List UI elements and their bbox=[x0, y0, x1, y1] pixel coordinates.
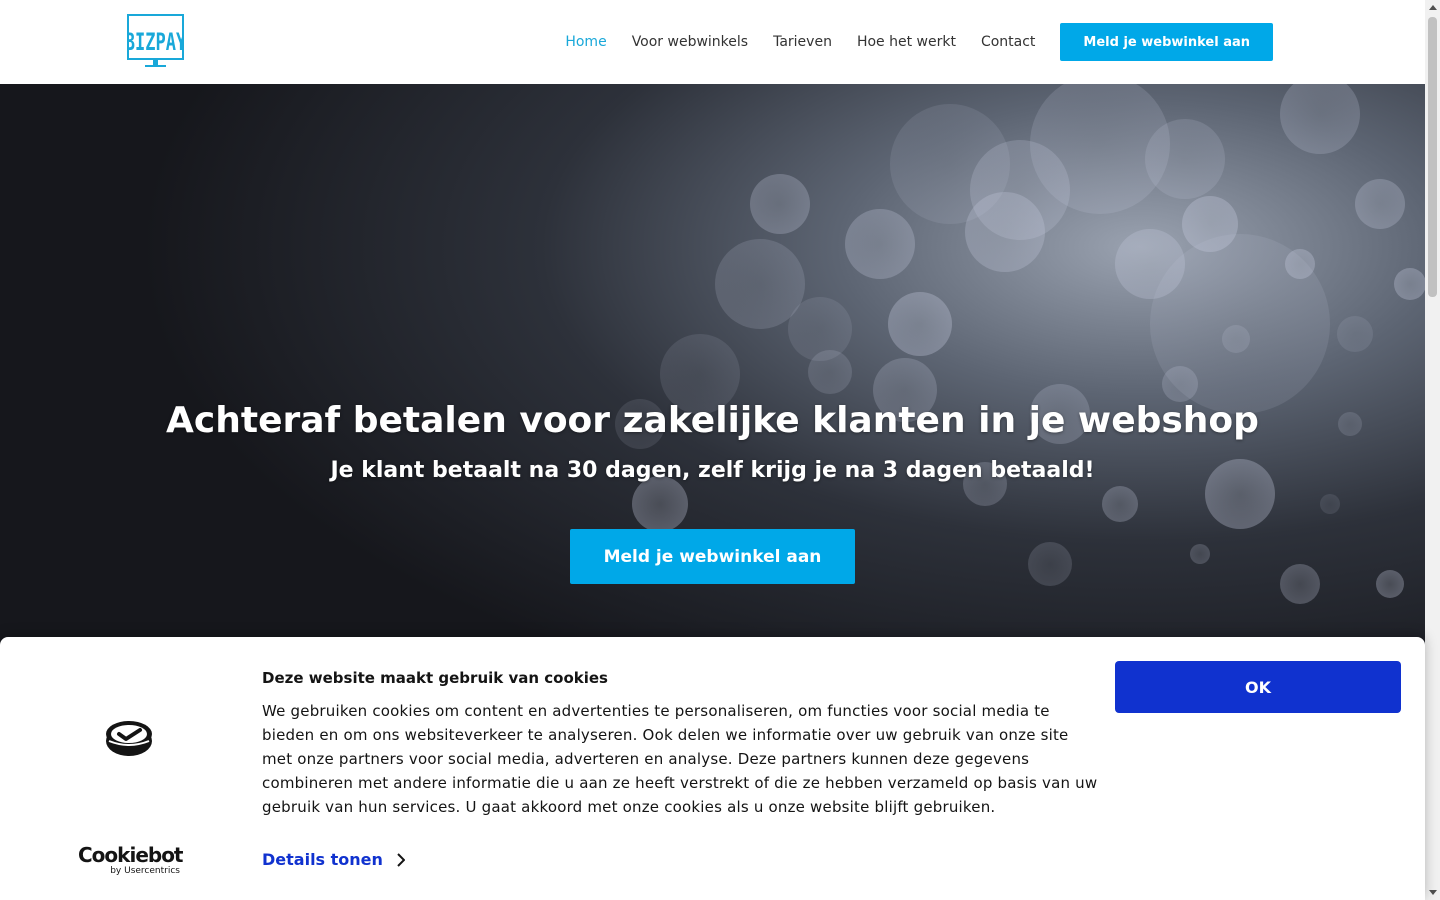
cookiebot-brand-sub: by Usercentrics bbox=[110, 866, 180, 876]
bizpay-logo[interactable]: BIZPAY bbox=[127, 14, 184, 68]
bokeh-light bbox=[1162, 366, 1198, 402]
scroll-down-icon[interactable] bbox=[1425, 885, 1440, 900]
details-toggle[interactable]: Details tonen bbox=[262, 850, 405, 869]
bokeh-light bbox=[1337, 316, 1373, 352]
cookiebot-brand: Cookiebot bbox=[78, 843, 184, 867]
main-nav: Home Voor webwinkels Tarieven Hoe het we… bbox=[565, 23, 1273, 61]
hero-title: Achteraf betalen voor zakelijke klanten … bbox=[166, 400, 1259, 441]
bokeh-light bbox=[1190, 544, 1210, 564]
scroll-thumb[interactable] bbox=[1428, 17, 1437, 297]
bokeh-light bbox=[1102, 486, 1138, 522]
bokeh-light bbox=[1280, 84, 1360, 154]
bokeh-light bbox=[1285, 249, 1315, 279]
bokeh-light bbox=[890, 104, 1010, 224]
cookie-banner: Cookiebot by Usercentrics Deze website m… bbox=[0, 637, 1425, 900]
nav-home[interactable]: Home bbox=[565, 34, 606, 50]
bokeh-light bbox=[1182, 196, 1238, 252]
cookie-text: We gebruiken cookies om content en adver… bbox=[262, 702, 1098, 816]
bokeh-light bbox=[1028, 542, 1072, 586]
bokeh-light bbox=[632, 476, 688, 532]
bokeh-light bbox=[715, 239, 805, 329]
bokeh-light bbox=[808, 350, 852, 394]
nav-tarieven[interactable]: Tarieven bbox=[773, 34, 832, 50]
details-label: Details tonen bbox=[262, 850, 383, 869]
nav-contact[interactable]: Contact bbox=[981, 34, 1035, 50]
bokeh-light bbox=[750, 174, 810, 234]
site-header: BIZPAY Home Voor webwinkels Tarieven Hoe… bbox=[0, 0, 1425, 84]
cookie-ok-button[interactable]: OK bbox=[1115, 661, 1401, 713]
cookiebot-logo[interactable]: Cookiebot by Usercentrics bbox=[78, 843, 184, 878]
bokeh-light bbox=[1030, 84, 1170, 214]
svg-text:BIZPAY: BIZPAY bbox=[127, 28, 184, 56]
cookie-title: Deze website maakt gebruik van cookies bbox=[262, 669, 608, 687]
bokeh-light bbox=[1355, 179, 1405, 229]
header-signup-button[interactable]: Meld je webwinkel aan bbox=[1060, 23, 1273, 61]
page-scrollbar[interactable] bbox=[1425, 0, 1440, 900]
bokeh-light bbox=[1376, 570, 1404, 598]
bokeh-light bbox=[888, 292, 952, 356]
cookiebot-icon bbox=[106, 721, 152, 756]
bokeh-light bbox=[1394, 268, 1425, 300]
nav-voor-webwinkels[interactable]: Voor webwinkels bbox=[632, 34, 748, 50]
hero-subtitle: Je klant betaalt na 30 dagen, zelf krijg… bbox=[330, 458, 1095, 483]
bokeh-light bbox=[1280, 564, 1320, 604]
hero-signup-button[interactable]: Meld je webwinkel aan bbox=[570, 529, 855, 584]
bokeh-light bbox=[1222, 325, 1250, 353]
chevron-right-icon bbox=[397, 852, 405, 867]
nav-hoe-het-werkt[interactable]: Hoe het werkt bbox=[857, 34, 956, 50]
bokeh-light bbox=[845, 209, 915, 279]
bokeh-light bbox=[1320, 494, 1340, 514]
scroll-up-icon[interactable] bbox=[1425, 0, 1440, 15]
bokeh-light bbox=[1115, 229, 1185, 299]
